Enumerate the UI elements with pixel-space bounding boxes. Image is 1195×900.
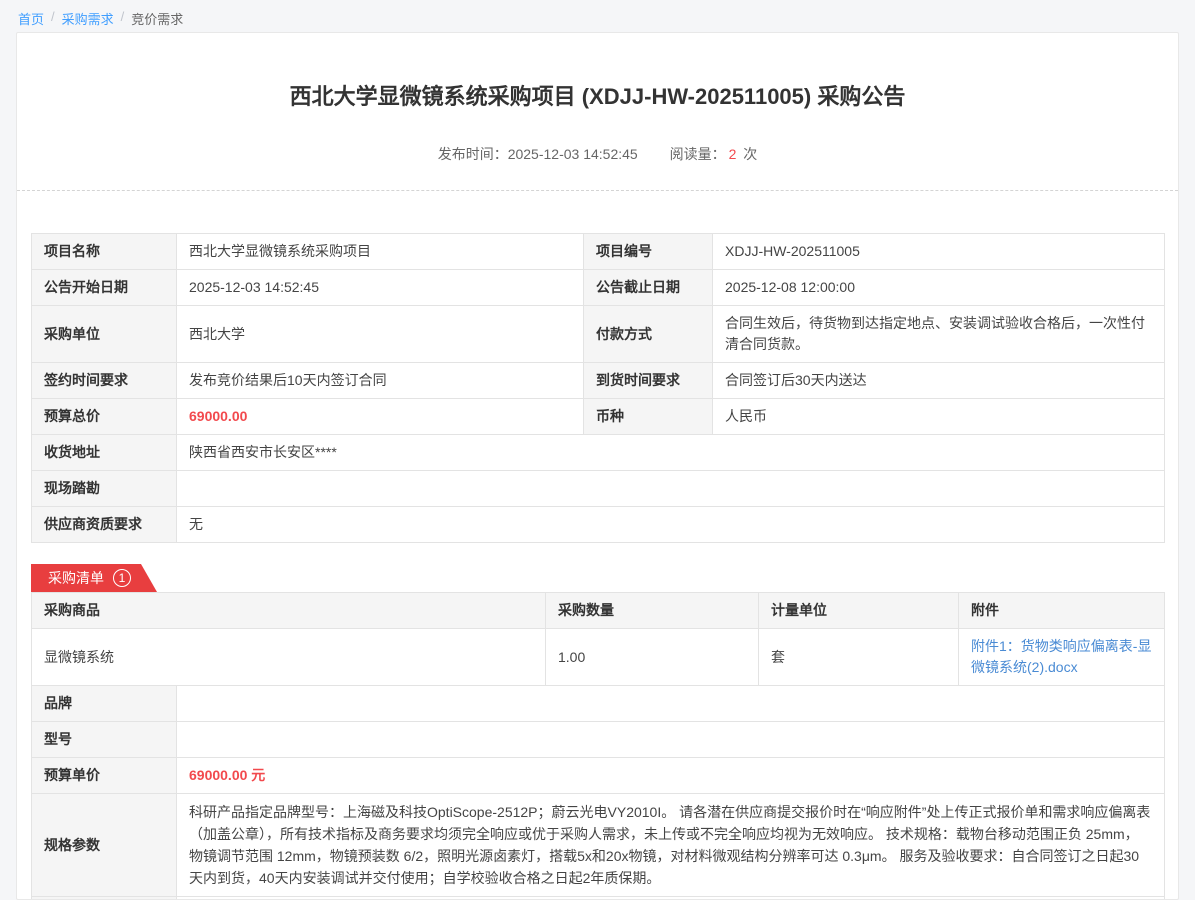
unit-price-label: 预算单价 (32, 758, 177, 794)
purchase-list-tab-label: 采购清单 (48, 568, 104, 588)
sign-time-label: 签约时间要求 (32, 363, 177, 399)
project-name-label: 项目名称 (32, 234, 177, 270)
after-sales-label: 售后服务 (32, 897, 177, 900)
unit-value: 套 (759, 629, 959, 686)
brand-label: 品牌 (32, 686, 177, 722)
quantity-column-header: 采购数量 (546, 593, 759, 629)
model-value (177, 722, 1165, 758)
table-row: 品牌 (32, 686, 1165, 722)
qualification-label: 供应商资质要求 (32, 507, 177, 543)
end-date-value: 2025-12-08 12:00:00 (713, 270, 1165, 306)
table-row: 型号 (32, 722, 1165, 758)
purchase-list-table: 采购商品 采购数量 计量单位 附件 显微镜系统 1.00 套 附件1：货物类响应… (31, 592, 1165, 686)
table-row: 公告开始日期 2025-12-03 14:52:45 公告截止日期 2025-1… (32, 270, 1165, 306)
table-row: 项目名称 西北大学显微镜系统采购项目 项目编号 XDJJ-HW-20251100… (32, 234, 1165, 270)
delivery-time-label: 到货时间要求 (584, 363, 713, 399)
breadcrumb-procurement-link[interactable]: 采购需求 (62, 9, 114, 28)
end-date-label: 公告截止日期 (584, 270, 713, 306)
dashed-divider (17, 190, 1178, 191)
breadcrumb-separator: / (44, 9, 62, 24)
views-count: 2 (726, 146, 740, 162)
table-row: 现场踏勘 (32, 471, 1165, 507)
breadcrumb-home-link[interactable]: 首页 (18, 9, 44, 28)
delivery-time-value: 合同签订后30天内送达 (713, 363, 1165, 399)
table-row: 收货地址 陕西省西安市长安区**** (32, 435, 1165, 471)
currency-value: 人民币 (713, 399, 1165, 435)
table-row: 显微镜系统 1.00 套 附件1：货物类响应偏离表-显微镜系统(2).docx (32, 629, 1165, 686)
project-code-value: XDJJ-HW-202511005 (713, 234, 1165, 270)
site-visit-label: 现场踏勘 (32, 471, 177, 507)
attachment-column-header: 附件 (959, 593, 1165, 629)
table-header-row: 采购商品 采购数量 计量单位 附件 (32, 593, 1165, 629)
quantity-value: 1.00 (546, 629, 759, 686)
purchase-list-tab: 采购清单 1 (31, 564, 157, 592)
budget-total-label: 预算总价 (32, 399, 177, 435)
unit-column-header: 计量单位 (759, 593, 959, 629)
site-visit-value (177, 471, 1165, 507)
table-row: 规格参数 科研产品指定品牌型号：上海磁及科技OptiScope-2512P；蔚云… (32, 794, 1165, 897)
table-row: 售后服务 响应时效：即时响应（包括电话响应）；电话响应无法解决72小时内到达现场… (32, 897, 1165, 900)
spec-value: 科研产品指定品牌型号：上海磁及科技OptiScope-2512P；蔚云光电VY2… (177, 794, 1165, 897)
table-row: 采购单位 西北大学 付款方式 合同生效后，待货物到达指定地点、安装调试验收合格后… (32, 306, 1165, 363)
address-label: 收货地址 (32, 435, 177, 471)
product-detail-table: 品牌 型号 预算单价 69000.00 元 规格参数 科研产品指定品牌型号：上海… (31, 685, 1165, 900)
product-column-header: 采购商品 (32, 593, 546, 629)
publish-meta: 发布时间：2025-12-03 14:52:45 阅读量：2 次 (31, 144, 1164, 164)
views-label: 阅读量： (670, 146, 726, 162)
project-code-label: 项目编号 (584, 234, 713, 270)
breadcrumb: 首页 / 采购需求 / 竞价需求 (0, 0, 1195, 32)
breadcrumb-current: 竞价需求 (131, 9, 183, 28)
project-name-value: 西北大学显微镜系统采购项目 (177, 234, 584, 270)
budget-total-value: 69000.00 (177, 399, 584, 435)
qualification-value: 无 (177, 507, 1165, 543)
table-row: 供应商资质要求 无 (32, 507, 1165, 543)
address-value: 陕西省西安市长安区**** (177, 435, 1165, 471)
buyer-value: 西北大学 (177, 306, 584, 363)
start-date-value: 2025-12-03 14:52:45 (177, 270, 584, 306)
after-sales-value: 响应时效：即时响应（包括电话响应）；电话响应无法解决72小时内到达现场。修复时间… (177, 897, 1165, 900)
table-row: 预算总价 69000.00 币种 人民币 (32, 399, 1165, 435)
start-date-label: 公告开始日期 (32, 270, 177, 306)
announcement-card: 西北大学显微镜系统采购项目 (XDJJ-HW-202511005) 采购公告 发… (16, 32, 1179, 900)
payment-value: 合同生效后，待货物到达指定地点、安装调试验收合格后，一次性付清合同货款。 (713, 306, 1165, 363)
product-value: 显微镜系统 (32, 629, 546, 686)
page-title: 西北大学显微镜系统采购项目 (XDJJ-HW-202511005) 采购公告 (31, 33, 1164, 111)
sign-time-value: 发布竞价结果后10天内签订合同 (177, 363, 584, 399)
breadcrumb-separator: / (114, 9, 132, 24)
purchase-list-count-badge: 1 (113, 569, 131, 587)
table-row: 预算单价 69000.00 元 (32, 758, 1165, 794)
publish-time-value: 2025-12-03 14:52:45 (508, 146, 638, 162)
brand-value (177, 686, 1165, 722)
table-row: 签约时间要求 发布竞价结果后10天内签订合同 到货时间要求 合同签订后30天内送… (32, 363, 1165, 399)
publish-time-label: 发布时间： (438, 146, 508, 162)
model-label: 型号 (32, 722, 177, 758)
currency-label: 币种 (584, 399, 713, 435)
project-info-table: 项目名称 西北大学显微镜系统采购项目 项目编号 XDJJ-HW-20251100… (31, 233, 1165, 543)
buyer-label: 采购单位 (32, 306, 177, 363)
attachment-link[interactable]: 附件1：货物类响应偏离表-显微镜系统(2).docx (971, 638, 1151, 675)
views-unit: 次 (743, 146, 757, 162)
payment-label: 付款方式 (584, 306, 713, 363)
spec-label: 规格参数 (32, 794, 177, 897)
unit-price-value: 69000.00 元 (177, 758, 1165, 794)
